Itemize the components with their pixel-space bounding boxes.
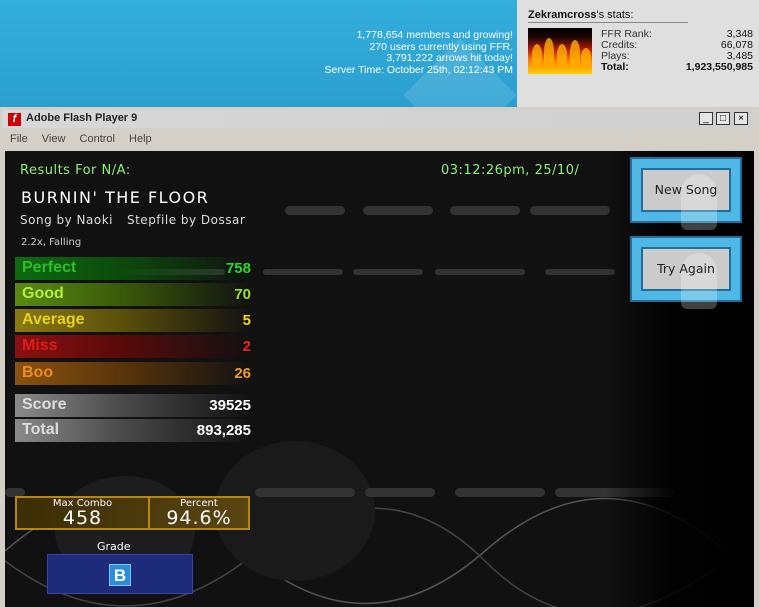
perfect-label: Perfect: [22, 259, 77, 276]
total-row: Total 893,285: [15, 419, 251, 442]
grade-label: Grade: [97, 540, 131, 553]
new-song-label: New Song: [654, 182, 718, 197]
judgement-average: Average 5: [15, 309, 251, 332]
stepfile-author: Stepfile by Dossar: [126, 213, 246, 227]
results-header: Results For N/A:: [20, 163, 131, 178]
average-value: 5: [242, 312, 251, 329]
bg-stripe: [353, 269, 423, 275]
user-avatar[interactable]: [528, 28, 592, 74]
maximize-button[interactable]: □: [716, 112, 730, 125]
flash-player-window: f Adobe Flash Player 9 _ □ × File View C…: [0, 107, 759, 607]
user-stats-title: Zekramcross's stats:: [528, 9, 633, 21]
try-again-button[interactable]: Try Again: [630, 236, 742, 309]
good-value: 70: [234, 286, 251, 303]
judgement-miss: Miss 2: [15, 335, 251, 358]
boo-value: 26: [234, 365, 251, 382]
game-stage: Results For N/A: 03:12:26pm, 25/10/ BURN…: [5, 151, 754, 607]
site-stat-server-time: Server Time: October 25th, 02:12:43 PM: [324, 63, 513, 76]
stats-title-suffix: 's stats:: [596, 9, 634, 21]
judgement-good: Good 70: [15, 283, 251, 306]
try-again-button-face[interactable]: Try Again: [641, 247, 731, 309]
bg-stripe: [435, 269, 525, 275]
score-value: 39525: [209, 397, 251, 414]
site-stat-arrows: 3,791,222 arrows hit today!: [386, 52, 513, 64]
menu-help[interactable]: Help: [129, 130, 152, 148]
menu-control[interactable]: Control: [80, 130, 115, 148]
perfect-value: 758: [225, 260, 251, 277]
title-underline: [528, 22, 688, 23]
window-title: Adobe Flash Player 9: [26, 112, 138, 124]
bg-stripe: [365, 488, 435, 497]
stat-total-label: Total:: [601, 61, 629, 73]
max-combo-cell: Max Combo 458: [17, 498, 148, 528]
stat-total: Total: 1,923,550,985: [601, 62, 753, 73]
window-titlebar[interactable]: f Adobe Flash Player 9 _ □ ×: [2, 110, 751, 128]
bg-stripe: [530, 206, 610, 215]
bg-stripe: [363, 206, 433, 215]
total-label: Total: [22, 421, 60, 438]
speed-setting: 2.2x, Falling: [21, 237, 82, 248]
grade-box: B: [47, 554, 193, 594]
bg-stripe: [455, 488, 545, 497]
average-label: Average: [22, 311, 85, 328]
username-link[interactable]: Zekramcross: [528, 9, 597, 21]
judgement-perfect: Perfect 758: [15, 257, 251, 280]
good-label: Good: [22, 285, 64, 302]
new-song-button-face[interactable]: New Song: [641, 168, 731, 230]
new-song-button[interactable]: New Song: [630, 157, 742, 230]
bg-stripe: [255, 488, 355, 497]
percent-value: 94.6%: [166, 507, 232, 529]
combo-percent-box: Max Combo 458 Percent 94.6%: [15, 496, 250, 530]
song-artist: Song by Naoki: [20, 213, 113, 227]
score-label: Score: [22, 396, 67, 413]
stat-total-value: 1,923,550,985: [685, 61, 753, 73]
bg-stripe: [285, 206, 345, 215]
menu-view[interactable]: View: [42, 130, 66, 148]
percent-cell: Percent 94.6%: [150, 498, 248, 528]
close-button[interactable]: ×: [734, 112, 748, 125]
menu-file[interactable]: File: [10, 130, 28, 148]
song-title: BURNIN' THE FLOOR: [21, 188, 210, 207]
score-row: Score 39525: [15, 394, 251, 417]
flash-icon: f: [8, 113, 21, 126]
miss-label: Miss: [22, 337, 58, 354]
grade-letter: B: [109, 564, 131, 586]
bg-stripe: [450, 206, 520, 215]
results-timestamp: 03:12:26pm, 25/10/: [441, 163, 580, 178]
minimize-button[interactable]: _: [699, 112, 713, 125]
site-stat-members: 1,778,654 members and growing!: [356, 29, 513, 41]
miss-value: 2: [242, 338, 251, 355]
bg-stripe: [263, 269, 343, 275]
site-banner: 1,778,654 members and growing! 270 users…: [0, 0, 759, 107]
max-combo-value: 458: [62, 507, 103, 529]
menu-bar: File View Control Help: [2, 130, 751, 148]
total-value: 893,285: [196, 422, 251, 439]
try-again-label: Try Again: [657, 261, 715, 276]
site-stats: 1,778,654 members and growing! 270 users…: [324, 29, 513, 76]
judgement-boo: Boo 26: [15, 362, 251, 385]
boo-label: Boo: [22, 364, 54, 381]
user-stats-list: FFR Rank: 3,348 Credits: 66,078 Plays: 3,48…: [601, 29, 753, 73]
banner-left: 1,778,654 members and growing! 270 users…: [0, 0, 517, 107]
user-stats-panel: Zekramcross's stats: FFR Rank: 3,348 Cred…: [517, 0, 759, 107]
song-credits: Song by Naoki Stepfile by Dossar: [20, 213, 245, 227]
